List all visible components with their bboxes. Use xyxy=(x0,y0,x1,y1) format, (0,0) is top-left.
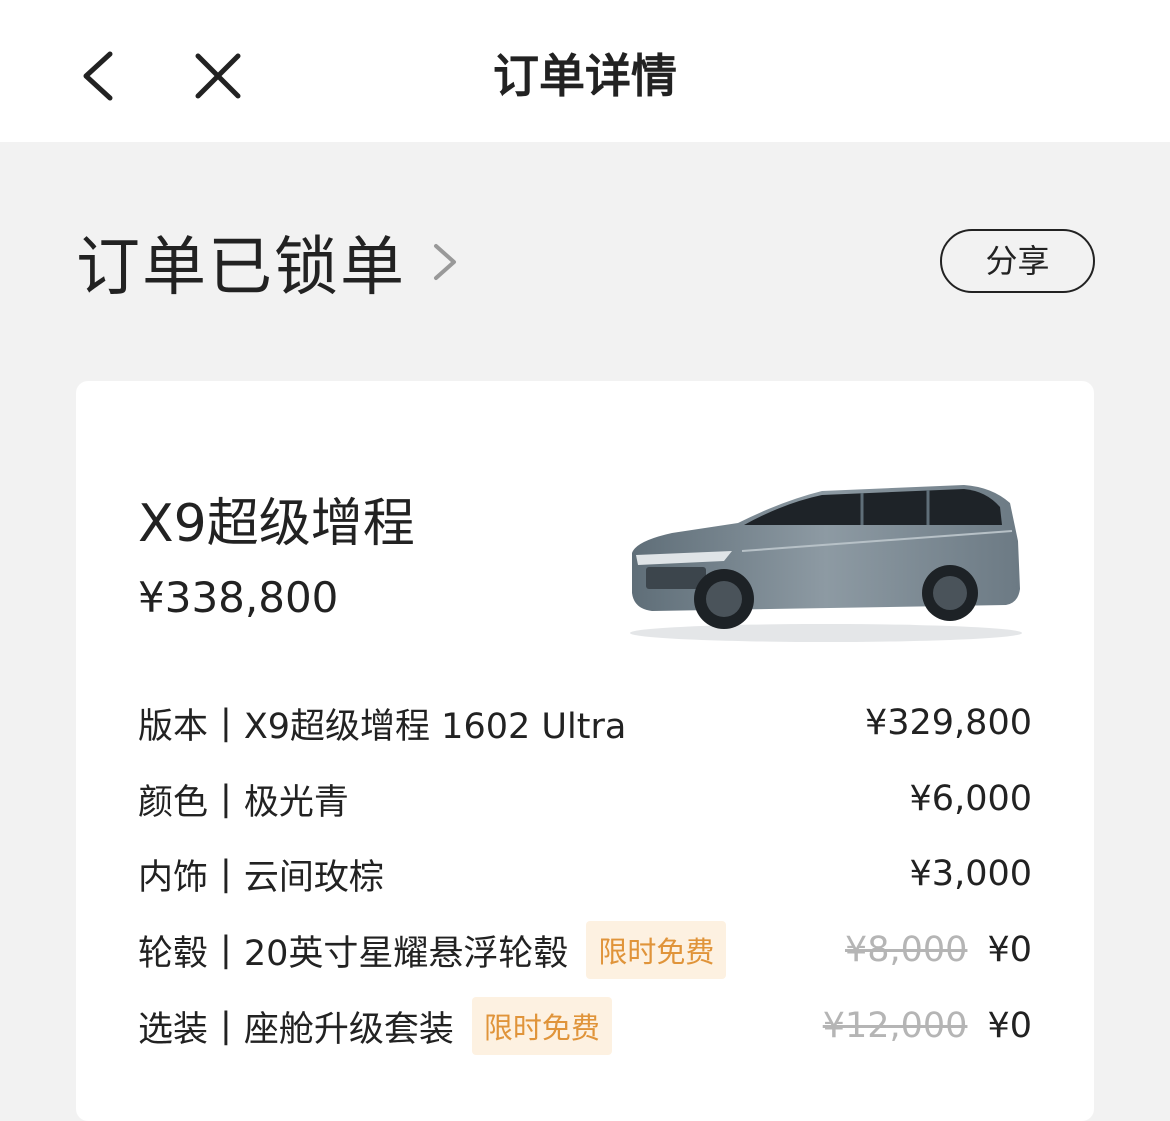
row-price: ¥6,000 xyxy=(909,779,1032,819)
config-row-color: 颜色 | 极光青 ¥6,000 xyxy=(138,769,1032,829)
row-label: 选装 xyxy=(138,1009,209,1050)
row-value: 云间玫棕 xyxy=(243,857,384,898)
config-row-version: 版本 | X9超级增程 1602 Ultra ¥329,800 xyxy=(138,693,1032,753)
order-status-title: 订单已锁单 xyxy=(76,231,406,305)
car-mpv-image xyxy=(630,485,1022,642)
config-row-wheels: 轮毂 | 20英寸星耀悬浮轮毂 限时免费 ¥8,000 ¥0 xyxy=(138,920,1032,980)
order-card: X9超级增程 ¥338,800 版本 | X9超级增程 1602 Ultra ¥… xyxy=(76,381,1094,1121)
config-row-options: 选装 | 座舱升级套装 限时免费 ¥12,000 ¥0 xyxy=(138,996,1032,1056)
row-separator: | xyxy=(220,1006,232,1046)
share-button[interactable]: 分享 xyxy=(940,229,1095,293)
page-title: 订单详情 xyxy=(493,49,677,103)
row-value: 20英寸星耀悬浮轮毂 xyxy=(243,933,569,974)
row-label: 内饰 xyxy=(138,857,209,898)
row-price: ¥3,000 xyxy=(909,854,1032,894)
row-value: 极光青 xyxy=(243,782,349,823)
row-separator: | xyxy=(220,779,232,819)
row-original-price: ¥12,000 xyxy=(822,1006,968,1046)
chevron-right-icon xyxy=(434,244,456,280)
row-price: ¥329,800 xyxy=(864,703,1032,743)
row-value: 座舱升级套装 xyxy=(243,1009,454,1050)
model-price: ¥338,800 xyxy=(138,573,339,622)
row-separator: | xyxy=(220,703,232,743)
order-status-link[interactable]: 订单已锁单 xyxy=(76,222,462,305)
row-separator: | xyxy=(220,854,232,894)
row-separator: | xyxy=(220,930,232,970)
row-original-price: ¥8,000 xyxy=(844,930,968,970)
row-label: 轮毂 xyxy=(138,933,209,974)
row-price: ¥0 xyxy=(987,930,1032,970)
row-price: ¥0 xyxy=(987,1006,1032,1046)
row-label: 颜色 xyxy=(138,782,209,823)
nav-bar: 订单详情 xyxy=(0,0,1170,142)
promo-badge: 限时免费 xyxy=(586,921,727,979)
model-name: X9超级增程 xyxy=(138,494,415,554)
config-row-interior: 内饰 | 云间玫棕 ¥3,000 xyxy=(138,844,1032,904)
row-value: X9超级增程 1602 Ultra xyxy=(243,706,627,747)
row-label: 版本 xyxy=(138,706,209,747)
promo-badge: 限时免费 xyxy=(471,997,612,1055)
